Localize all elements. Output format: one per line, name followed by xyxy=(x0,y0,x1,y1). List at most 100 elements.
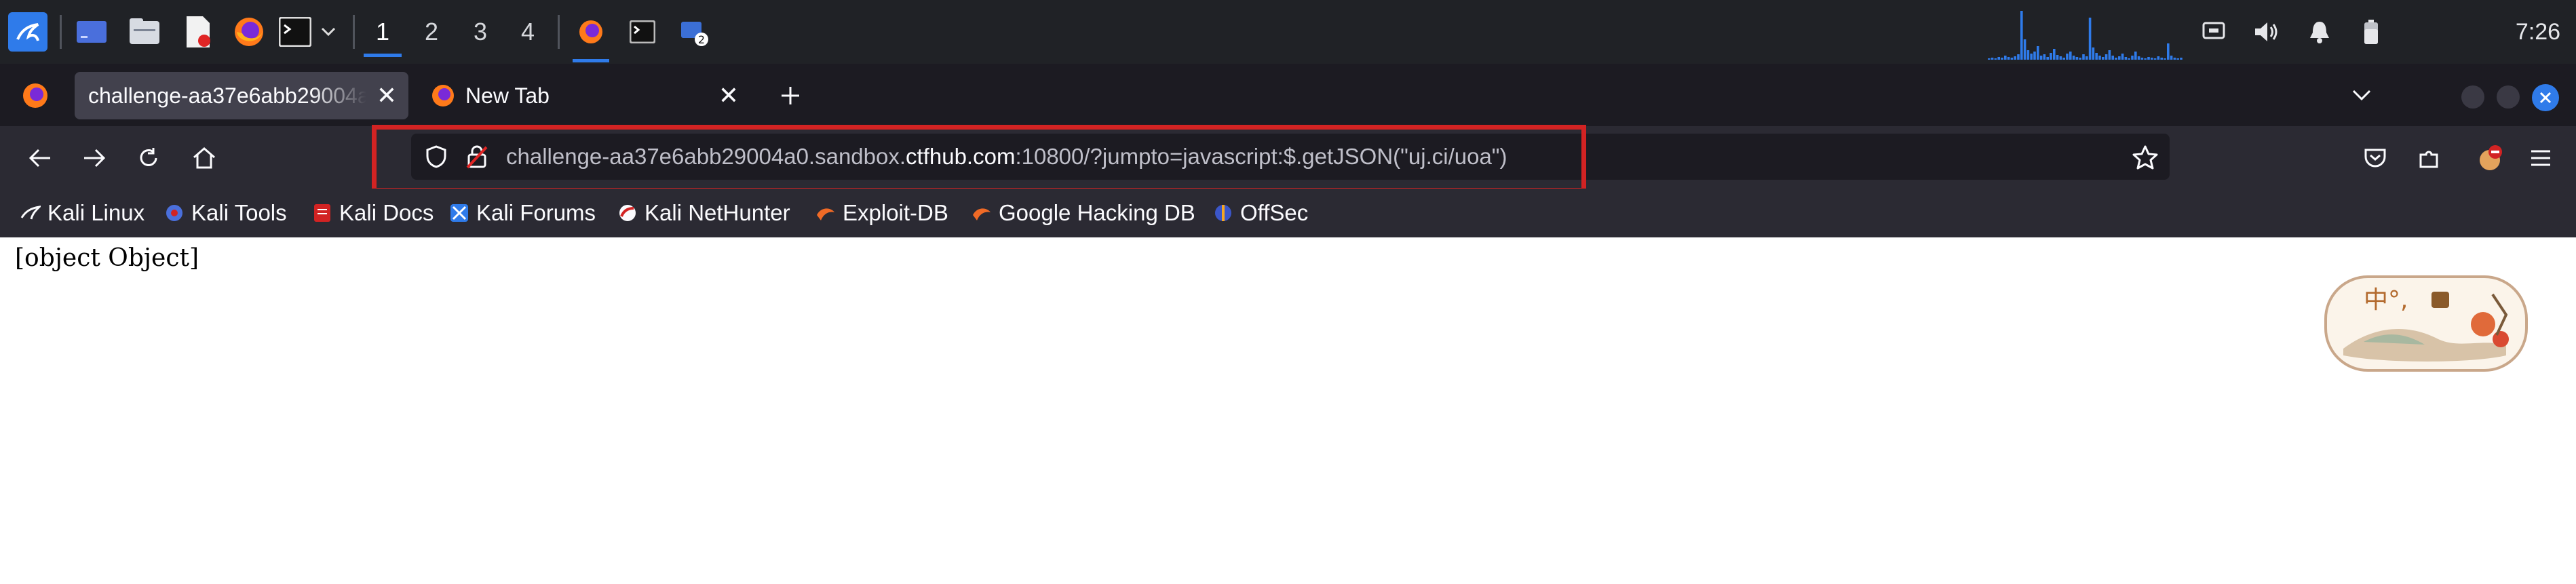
terminal-window-icon[interactable] xyxy=(623,12,662,52)
network-activity-bar xyxy=(2039,56,2043,60)
close-tab-icon[interactable]: ✕ xyxy=(373,81,400,110)
reload-icon xyxy=(140,148,157,166)
tab-title: challenge-aa37e6abb29004a0.sandbox.ctfhu… xyxy=(88,83,366,108)
battery-icon[interactable] xyxy=(2356,16,2387,47)
network-activity-bar xyxy=(2026,50,2030,60)
volume-icon[interactable] xyxy=(2251,16,2282,47)
network-activity-bar xyxy=(2085,56,2088,60)
network-activity-bar xyxy=(2088,18,2092,60)
workspace-4[interactable]: 4 xyxy=(505,7,551,57)
text-editor-icon[interactable] xyxy=(178,12,217,52)
network-activity-bar xyxy=(2153,58,2157,60)
widget-badge-image: 中°, xyxy=(2324,275,2528,372)
hamburger-menu-icon xyxy=(2531,150,2550,166)
kali-tools-icon xyxy=(164,203,185,223)
widget-text: 中°, xyxy=(2364,286,2408,314)
back-button[interactable] xyxy=(20,138,60,178)
tab-active[interactable]: challenge-aa37e6abb29004a0.sandbox.ctfhu… xyxy=(75,72,408,119)
chevron-down-icon[interactable] xyxy=(315,12,342,52)
extensions-button[interactable] xyxy=(2410,138,2449,178)
network-activity-bar xyxy=(2095,53,2098,60)
kali-menu-icon[interactable] xyxy=(8,12,47,52)
pocket-button[interactable] xyxy=(2356,138,2395,178)
account-button[interactable] xyxy=(2471,138,2510,178)
network-activity-bar xyxy=(2111,56,2114,60)
terminal-icon[interactable] xyxy=(275,12,315,52)
home-button[interactable] xyxy=(185,138,224,178)
network-activity-bar xyxy=(2007,57,2010,60)
network-activity-bar xyxy=(2137,56,2140,60)
url-highlight-box xyxy=(372,125,1586,193)
network-activity-bar xyxy=(1994,58,1997,60)
arrow-right-icon xyxy=(84,149,106,168)
tab-bar: challenge-aa37e6abb29004a0.sandbox.ctfhu… xyxy=(0,64,2576,126)
bookmark-kali-linux[interactable]: Kali Linux xyxy=(20,189,145,237)
network-activity-bar xyxy=(1991,58,1994,60)
network-graph xyxy=(1988,11,2183,60)
app-menu-button[interactable] xyxy=(2521,138,2560,178)
network-activity-bar xyxy=(2092,47,2095,60)
bookmark-star-button[interactable] xyxy=(2130,142,2160,172)
network-activity-bar xyxy=(2050,53,2052,60)
bookmark-kali-forums[interactable]: Kali Forums xyxy=(449,189,596,237)
network-activity-bar xyxy=(2160,58,2163,60)
clock[interactable]: 7:26 xyxy=(2505,0,2571,64)
forward-button[interactable] xyxy=(75,138,114,178)
bookmark-kali-docs[interactable]: Kali Docs xyxy=(312,189,434,237)
network-activity-bar xyxy=(2014,56,2016,60)
page-body-text: [object Object] xyxy=(15,244,199,272)
bookmark-kali-tools[interactable]: Kali Tools xyxy=(164,189,287,237)
network-activity-bar xyxy=(2010,58,2014,60)
show-desktop-icon[interactable] xyxy=(72,12,111,52)
screenshot-window-icon[interactable]: 2 xyxy=(676,12,715,52)
network-activity-bar xyxy=(2167,43,2170,60)
network-activity-bar xyxy=(2056,55,2059,60)
network-activity-bar xyxy=(2104,54,2108,60)
network-activity-bar xyxy=(2075,57,2079,60)
network-activity-bar xyxy=(2059,56,2062,60)
workspace-3[interactable]: 3 xyxy=(457,7,503,57)
network-activity-bar xyxy=(2124,57,2128,60)
network-activity-bar xyxy=(2157,56,2160,60)
taskbar-separator xyxy=(353,15,355,49)
network-activity-bar xyxy=(2151,58,2153,60)
close-icon xyxy=(2539,92,2552,104)
network-activity-bar xyxy=(2017,54,2020,60)
exploit-db-icon xyxy=(815,203,836,223)
workspace-1[interactable]: 1 xyxy=(360,7,406,57)
firefox-window-icon[interactable] xyxy=(571,12,611,62)
chevron-down-icon xyxy=(2352,90,2371,101)
network-activity-bar xyxy=(2134,52,2137,60)
network-activity-bar xyxy=(2170,56,2173,60)
screen-icon[interactable] xyxy=(2198,16,2229,47)
network-activity-bar xyxy=(2102,57,2104,60)
network-activity-bar xyxy=(2115,58,2117,60)
window-count-badge: 2 xyxy=(698,33,705,46)
bookmark-kali-nethunter[interactable]: Kali NetHunter xyxy=(617,189,790,237)
network-activity-bar xyxy=(2046,57,2049,60)
network-activity-bar xyxy=(2147,57,2150,60)
network-activity-bar xyxy=(2131,56,2134,60)
network-activity-bar xyxy=(2037,46,2039,60)
network-activity-bar xyxy=(2023,39,2026,60)
floating-widget[interactable]: 中°, xyxy=(2323,274,2529,373)
bookmark-offsec[interactable]: OffSec xyxy=(1213,189,1308,237)
firefox-icon[interactable] xyxy=(229,12,269,52)
tab-new-tab[interactable]: New Tab ✕ xyxy=(417,72,750,119)
close-window-button[interactable] xyxy=(2532,84,2559,111)
maximize-button[interactable] xyxy=(2497,85,2520,109)
workspace-2[interactable]: 2 xyxy=(408,7,455,57)
list-all-tabs-button[interactable] xyxy=(2345,79,2379,113)
bookmark-exploit-db[interactable]: Exploit-DB xyxy=(815,189,948,237)
new-tab-button[interactable] xyxy=(773,79,807,113)
notification-bell-icon[interactable] xyxy=(2304,16,2335,47)
reload-button[interactable] xyxy=(129,138,168,178)
network-activity-bar xyxy=(2072,56,2075,60)
bookmark-google-hacking-db[interactable]: Google Hacking DB xyxy=(972,189,1195,237)
home-icon xyxy=(193,147,215,169)
minimize-button[interactable] xyxy=(2461,85,2484,109)
firefox-view-button[interactable] xyxy=(7,72,65,119)
network-activity-bar xyxy=(2128,58,2130,60)
close-tab-icon[interactable]: ✕ xyxy=(715,81,742,110)
file-manager-icon[interactable] xyxy=(125,12,164,52)
